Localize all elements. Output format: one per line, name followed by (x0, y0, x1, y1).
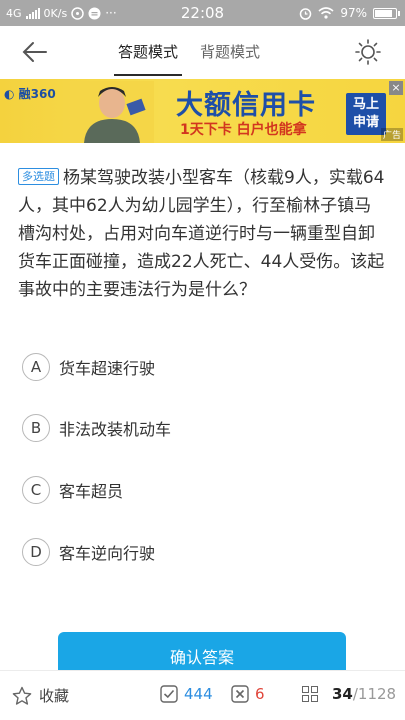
correct-count-value: 444 (184, 685, 213, 703)
header: 答题模式 背题模式 (0, 26, 405, 78)
ad-logo-mark-icon: ◐ (4, 87, 15, 101)
option-b-letter: B (22, 414, 50, 442)
confirm-answer-button[interactable]: 确认答案 (58, 632, 346, 672)
progress-text: 34/1128 (332, 685, 396, 703)
correct-count[interactable]: 444 (160, 685, 213, 703)
option-d[interactable]: D 客车逆向行驶 (22, 537, 155, 567)
ad-tag: 广告 (380, 128, 403, 141)
bottom-bar: 收藏 444 6 34/1128 (0, 670, 405, 720)
back-arrow-icon[interactable] (20, 38, 50, 66)
progress-current: 34 (332, 685, 353, 703)
battery-icon (373, 7, 400, 19)
question-type-badge: 多选题 (18, 168, 59, 185)
ad-subtitle: 1天下卡 白户也能拿 (180, 122, 307, 138)
favorite-button[interactable]: 收藏 (12, 685, 69, 706)
ad-title: 大额信用卡 (176, 90, 316, 121)
sun-icon[interactable] (355, 39, 381, 65)
mode-tabs: 答题模式 背题模式 (113, 26, 260, 78)
tab-review-mode[interactable]: 背题模式 (200, 26, 260, 78)
star-icon (12, 686, 32, 705)
option-d-text: 客车逆向行驶 (59, 544, 156, 563)
wrong-count-value: 6 (255, 685, 265, 703)
wifi-icon (318, 7, 334, 19)
question: 多选题 杨某驾驶改装小型客车（核载9人，实载64人，其中62人为幼儿园学生），行至… (18, 164, 388, 304)
option-c-letter: C (22, 476, 50, 504)
option-a[interactable]: A 货车超速行驶 (22, 352, 155, 382)
grid-icon (302, 686, 318, 702)
ad-logo-text: 融360 (18, 87, 56, 101)
ad-banner[interactable]: ◐ 融360 大额信用卡 1天下卡 白户也能拿 马上 申请 × 广告 (0, 79, 405, 143)
wrong-count[interactable]: 6 (231, 685, 265, 703)
option-c[interactable]: C 客车超员 (22, 475, 123, 505)
alarm-icon (300, 7, 312, 20)
check-box-icon (160, 685, 178, 703)
status-bar: 4G 0K/s ··· 22:08 97% (0, 0, 405, 26)
question-progress[interactable]: 34/1128 (302, 685, 396, 703)
tab-answer-mode[interactable]: 答题模式 (113, 26, 183, 78)
ad-close-button[interactable]: × (389, 81, 403, 95)
status-right: 97% (299, 0, 400, 26)
option-a-letter: A (22, 353, 50, 381)
option-a-text: 货车超速行驶 (59, 359, 156, 378)
cross-box-icon (231, 685, 249, 703)
favorite-label: 收藏 (39, 687, 70, 705)
ad-logo: ◐ 融360 (4, 85, 56, 102)
battery-percent: 97% (340, 6, 367, 20)
ad-cta-line1: 马上 (352, 97, 379, 112)
option-d-letter: D (22, 538, 50, 566)
ad-person-image (70, 81, 154, 143)
progress-total: /1128 (352, 685, 397, 703)
question-text: 杨某驾驶改装小型客车（核载9人，实载64人，其中62人为幼儿园学生），行至榆林子… (18, 168, 385, 300)
option-c-text: 客车超员 (59, 482, 124, 501)
option-b-text: 非法改装机动车 (59, 420, 172, 439)
option-b[interactable]: B 非法改装机动车 (22, 413, 171, 443)
